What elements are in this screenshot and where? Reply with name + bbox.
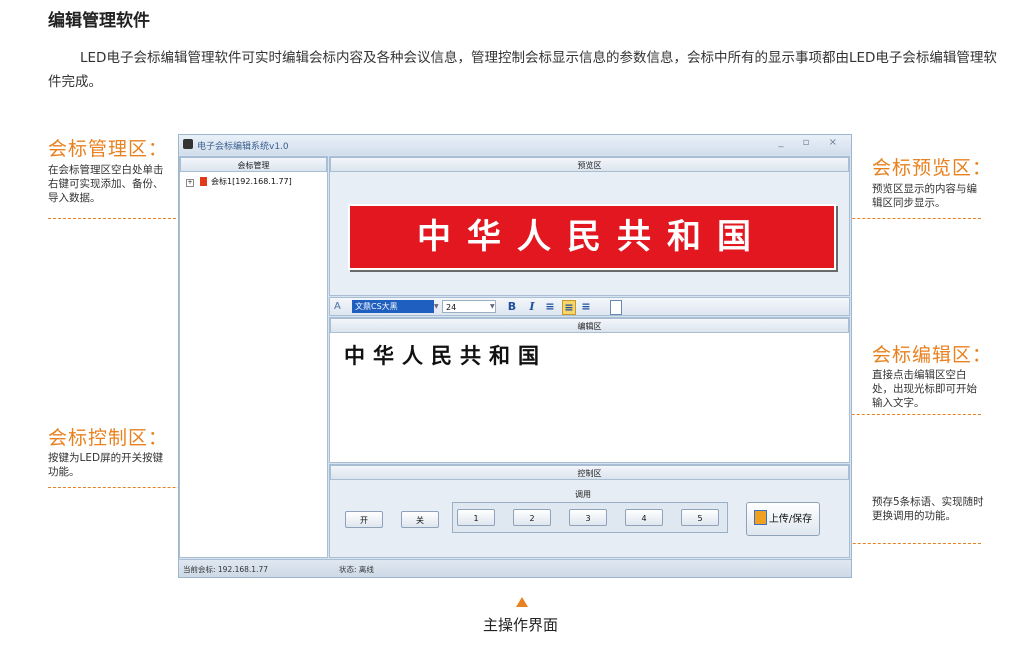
flag-icon	[200, 177, 207, 186]
size-dropdown-icon[interactable]: ▼	[490, 300, 495, 313]
status-bar: 当前会标: 192.168.1.77 状态: 离线	[179, 559, 851, 577]
window-controls[interactable]: _ ▫ ×	[778, 137, 845, 148]
editor-panel[interactable]: 编辑区 中华人民共和国	[329, 317, 850, 463]
edit-callout-title: 会标编辑区：	[872, 344, 993, 366]
size-select[interactable]: 24	[442, 300, 496, 313]
upload-save-label: 上传/保存	[768, 514, 813, 525]
manage-callout-desc: 在会标管理区空白处单击右键可实现添加、备份、导入数据。	[48, 164, 164, 204]
preview-panel: 预览区 中华人民共和国	[329, 156, 850, 296]
edit-callout-desc: 直接点击编辑区空白处，出现光标即可开始输入文字。	[872, 369, 977, 409]
preview-header: 预览区	[330, 157, 849, 172]
status-current: 当前会标: 192.168.1.77	[183, 565, 269, 574]
preview-banner: 中华人民共和国	[348, 204, 836, 270]
control-panel: 控制区 调用 开 关 1 2 3 4 5 上传/保存	[329, 464, 850, 558]
tree-item-venue[interactable]: + 会标1[192.168.1.77]	[186, 176, 292, 187]
preset-callout-desc: 预存5条标语、实现随时更换调用的功能。	[872, 496, 984, 522]
intro-paragraph: LED电子会标编辑管理软件可实时编辑会标内容及各种会议信息，管理控制会标显示信息…	[48, 50, 997, 90]
align-right-icon[interactable]: ≡	[580, 300, 592, 313]
font-style-icon[interactable]: A	[334, 300, 341, 313]
page-heading: 编辑管理软件	[48, 11, 150, 31]
tree-panel[interactable]: 会标管理 + 会标1[192.168.1.77]	[179, 156, 328, 558]
preset-button-4[interactable]: 4	[625, 509, 663, 526]
preset-button-2[interactable]: 2	[513, 509, 551, 526]
preview-callout-title: 会标预览区：	[872, 157, 993, 179]
control-callout-title: 会标控制区：	[48, 427, 169, 449]
window-title: 电子会标编辑系统v1.0	[197, 142, 289, 152]
tree-header: 会标管理	[180, 157, 327, 172]
figure-caption: 主操作界面	[483, 616, 559, 634]
editor-text[interactable]: 中华人民共和国	[344, 340, 547, 370]
tree-item-label: 会标1[192.168.1.77]	[211, 177, 292, 186]
caption-arrow-icon	[516, 597, 528, 607]
upload-icon	[753, 510, 767, 525]
editor-header: 编辑区	[330, 318, 849, 333]
upload-save-button[interactable]: 上传/保存	[746, 502, 820, 536]
align-center-icon[interactable]: ≡	[562, 300, 576, 315]
manage-callout-title: 会标管理区：	[48, 138, 169, 160]
power-on-button[interactable]: 开	[345, 511, 383, 528]
document-icon[interactable]	[610, 300, 622, 315]
preset-button-1[interactable]: 1	[457, 509, 495, 526]
preset-button-5[interactable]: 5	[681, 509, 719, 526]
recall-label: 调用	[575, 490, 591, 499]
expand-icon[interactable]: +	[186, 179, 194, 187]
preview-callout-desc: 预览区显示的内容与编辑区同步显示。	[872, 183, 977, 209]
font-select[interactable]: 文鼎CS大黑	[352, 300, 434, 313]
title-bar[interactable]: 电子会标编辑系统v1.0 _ ▫ ×	[179, 135, 851, 155]
app-window: 电子会标编辑系统v1.0 _ ▫ × 会标管理 + 会标1[192.168.1.7…	[178, 134, 852, 578]
preset-group: 1 2 3 4 5	[452, 502, 728, 533]
bold-button[interactable]: B	[506, 300, 518, 313]
control-callout-desc: 按键为LED屏的开关按键功能。	[48, 452, 164, 478]
format-toolbar: A 文鼎CS大黑 ▼ 24 ▼ B I ≡ ≡ ≡	[329, 297, 850, 316]
preset-button-3[interactable]: 3	[569, 509, 607, 526]
italic-button[interactable]: I	[526, 300, 538, 313]
app-icon	[183, 139, 193, 149]
control-header: 控制区	[330, 465, 849, 480]
status-connection: 状态: 离线	[339, 565, 374, 574]
align-left-icon[interactable]: ≡	[544, 300, 556, 313]
font-dropdown-icon[interactable]: ▼	[434, 300, 439, 313]
power-off-button[interactable]: 关	[401, 511, 439, 528]
